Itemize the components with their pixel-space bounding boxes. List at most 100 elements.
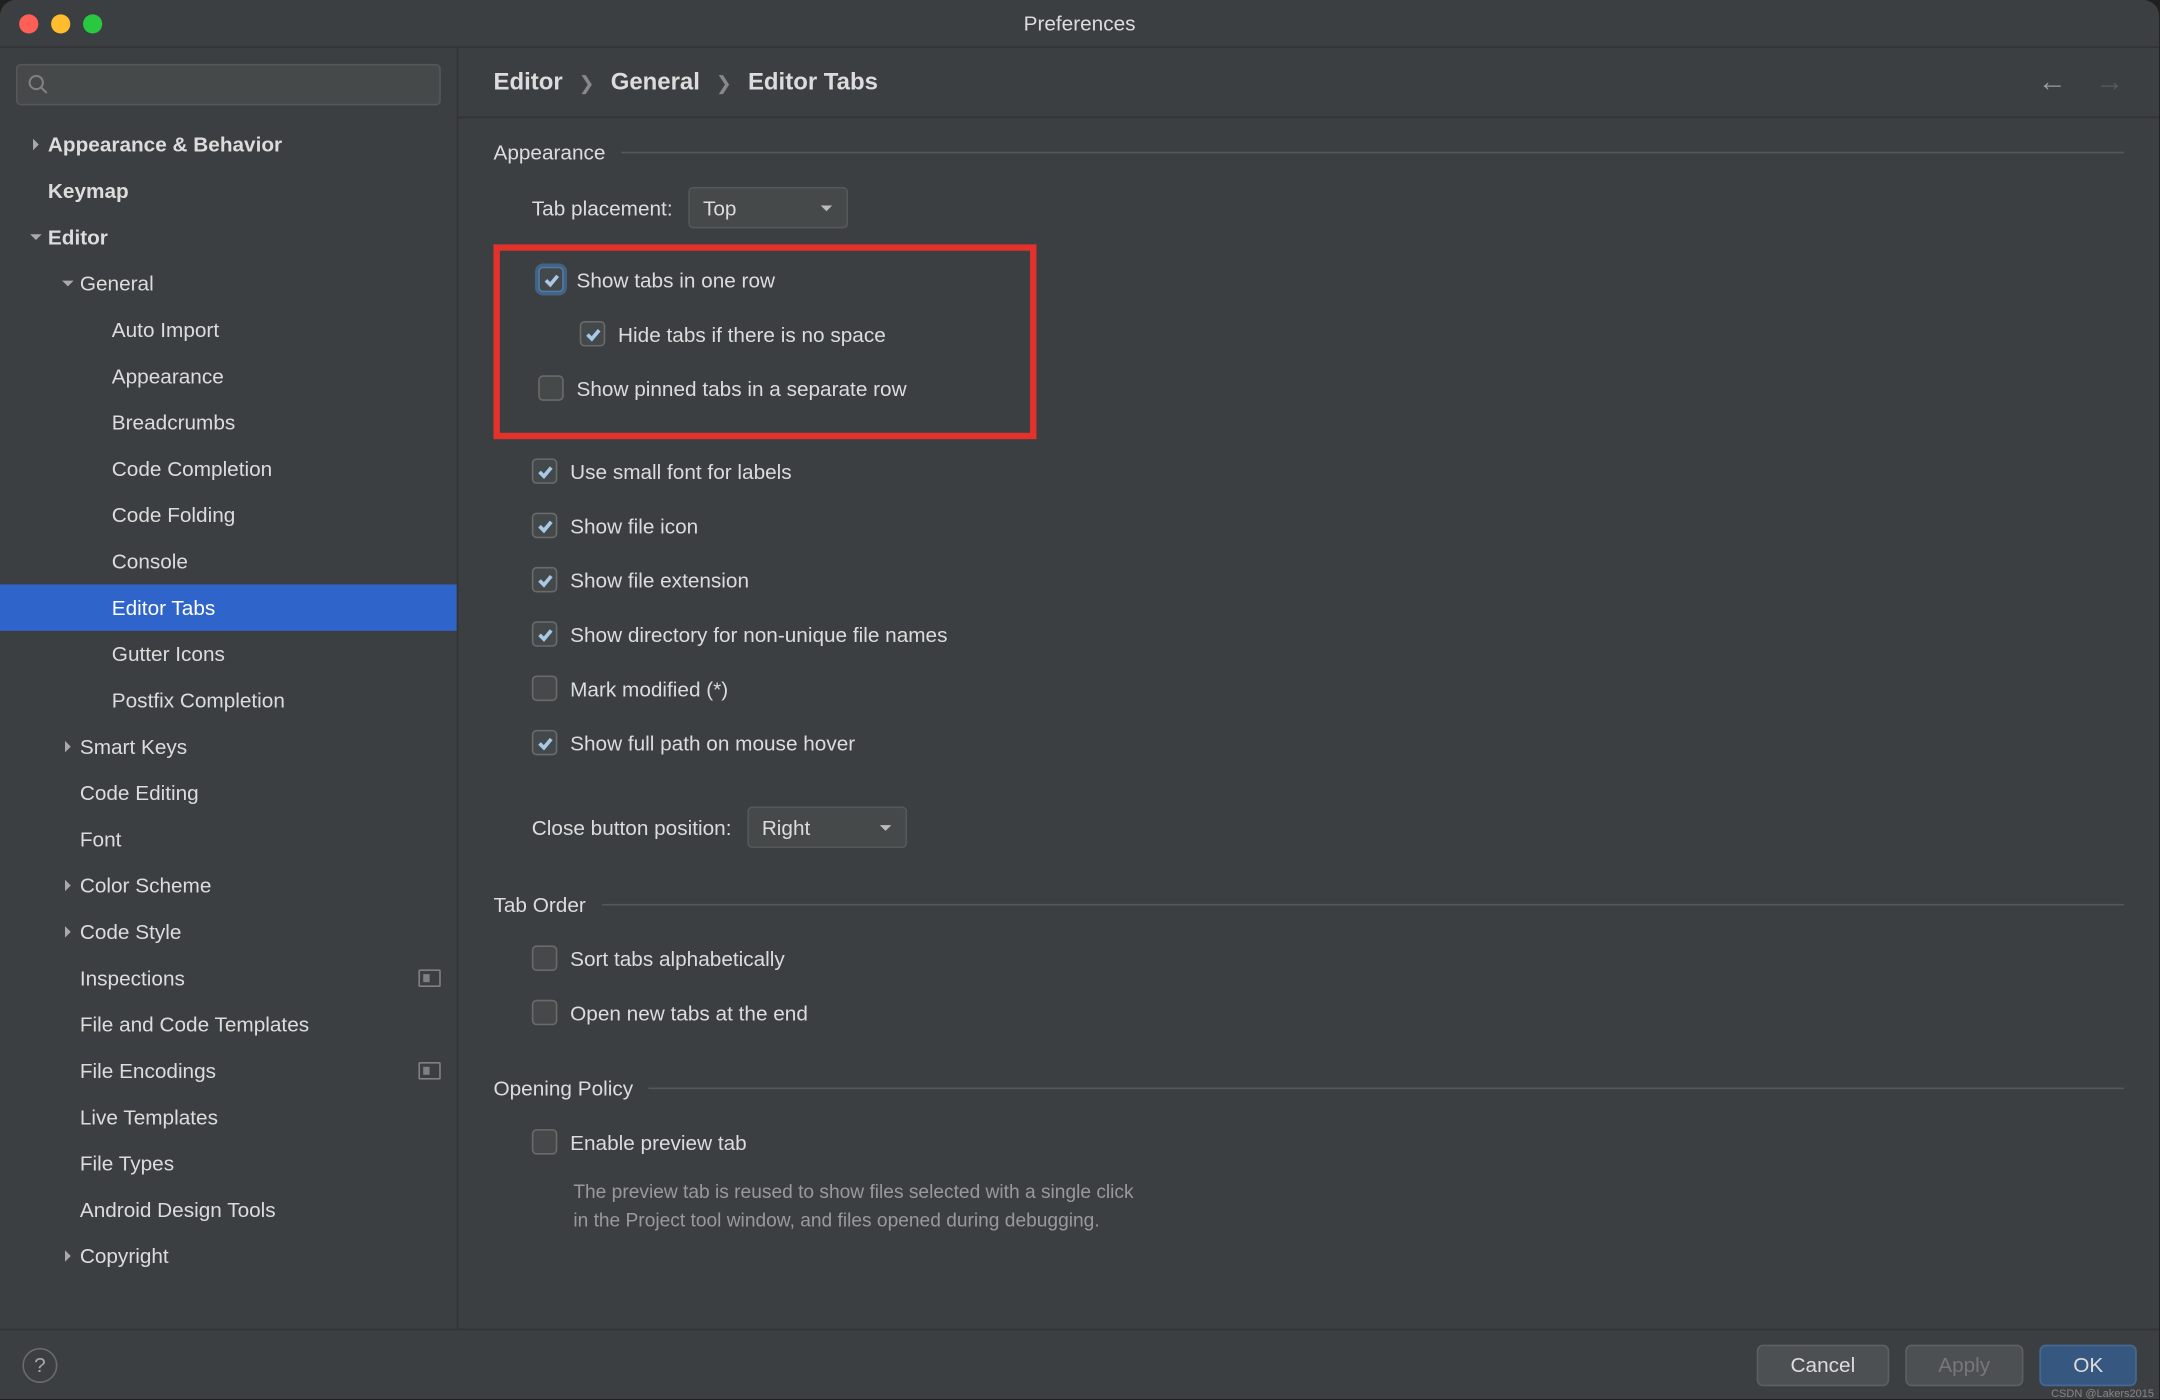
content: Appearance Tab placement: Top Show tabs … (458, 118, 2159, 1329)
section-opening-policy: Opening Policy (493, 1076, 2124, 1100)
checkbox[interactable] (532, 676, 558, 702)
sidebar-item[interactable]: Code Folding (0, 492, 457, 538)
ok-button[interactable]: OK (2040, 1344, 2137, 1386)
sidebar-item[interactable]: Console (0, 538, 457, 584)
cancel-button[interactable]: Cancel (1757, 1344, 1889, 1386)
body: Appearance & BehaviorKeymapEditorGeneral… (0, 48, 2159, 1329)
sidebar-item[interactable]: Inspections (0, 955, 457, 1001)
sidebar-item[interactable]: Postfix Completion (0, 677, 457, 723)
help-button[interactable]: ? (22, 1347, 57, 1382)
chevron-down-icon (22, 230, 48, 244)
preferences-window: Preferences Appearance & BehaviorKeymapE… (0, 0, 2159, 1399)
close-button-row: Close button position: Right (493, 806, 2124, 848)
settings-tree[interactable]: Appearance & BehaviorKeymapEditorGeneral… (0, 121, 457, 1328)
sidebar-item-label: Font (80, 827, 441, 851)
sidebar-item[interactable]: Code Editing (0, 770, 457, 816)
sidebar-item[interactable]: Copyright (0, 1233, 457, 1279)
sidebar-item-label: Auto Import (112, 318, 441, 342)
sidebar-item[interactable]: Gutter Icons (0, 631, 457, 677)
checkbox-label: Show full path on mouse hover (570, 731, 855, 755)
checkbox-label: Show tabs in one row (577, 267, 776, 291)
titlebar: Preferences (0, 0, 2159, 48)
sidebar-item[interactable]: Appearance & Behavior (0, 121, 457, 167)
checkbox[interactable] (532, 1129, 558, 1155)
sidebar-item-label: Console (112, 549, 441, 573)
search-icon (27, 73, 49, 95)
sidebar-item[interactable]: General (0, 260, 457, 306)
breadcrumb-item[interactable]: General (611, 69, 700, 96)
full-path-hover-row[interactable]: Show full path on mouse hover (493, 723, 2124, 761)
close-button-select[interactable]: Right (747, 806, 907, 848)
checkbox-label: Show directory for non-unique file names (570, 622, 947, 646)
sidebar-item[interactable]: File Encodings (0, 1048, 457, 1094)
tab-placement-value: Top (703, 196, 736, 220)
checkbox[interactable] (532, 945, 558, 971)
chevron-down-icon (878, 820, 892, 834)
sidebar-item[interactable]: Editor Tabs (0, 585, 457, 631)
back-button[interactable]: ← (2038, 65, 2067, 99)
checkbox-label: Show file icon (570, 513, 698, 537)
preview-hint: The preview tab is reused to show files … (573, 1177, 2124, 1234)
breadcrumb: Editor ❯ General ❯ Editor Tabs (493, 69, 2037, 96)
sidebar: Appearance & BehaviorKeymapEditorGeneral… (0, 48, 458, 1329)
section-label: Appearance (493, 141, 605, 165)
chevron-down-icon (54, 276, 80, 290)
forward-button[interactable]: → (2095, 65, 2124, 99)
sidebar-item[interactable]: Font (0, 816, 457, 862)
checkbox[interactable] (538, 267, 564, 293)
pinned-separate-row[interactable]: Show pinned tabs in a separate row (500, 369, 1030, 407)
close-button-value: Right (762, 815, 810, 839)
checkbox[interactable] (538, 375, 564, 401)
file-icon-row[interactable]: Show file icon (493, 506, 2124, 544)
sidebar-item[interactable]: Live Templates (0, 1094, 457, 1140)
checkbox-label: Enable preview tab (570, 1130, 747, 1154)
search-input[interactable] (56, 73, 430, 97)
sidebar-item[interactable]: File Types (0, 1140, 457, 1186)
sidebar-item-label: Breadcrumbs (112, 410, 441, 434)
tab-placement-select[interactable]: Top (689, 187, 849, 229)
breadcrumb-item[interactable]: Editor (493, 69, 562, 96)
chevron-right-icon (54, 739, 80, 753)
sidebar-item-label: Code Style (80, 920, 441, 944)
small-font-row[interactable]: Use small font for labels (493, 452, 2124, 490)
checkbox-label: Show file extension (570, 568, 749, 592)
watermark: CSDN @Lakers2015 (2051, 1388, 2154, 1400)
sidebar-item[interactable]: Appearance (0, 353, 457, 399)
mark-modified-row[interactable]: Mark modified (*) (493, 669, 2124, 707)
checkbox[interactable] (532, 567, 558, 593)
hide-tabs-no-space[interactable]: Hide tabs if there is no space (500, 315, 1030, 353)
sidebar-item[interactable]: Breadcrumbs (0, 399, 457, 445)
checkbox[interactable] (532, 730, 558, 756)
checkbox[interactable] (532, 458, 558, 484)
sidebar-item-label: Code Editing (80, 781, 441, 805)
preview-tab-row[interactable]: Enable preview tab (493, 1123, 2124, 1161)
breadcrumb-item[interactable]: Editor Tabs (748, 69, 878, 96)
sidebar-item-label: Smart Keys (80, 735, 441, 759)
open-end-row[interactable]: Open new tabs at the end (493, 993, 2124, 1031)
sidebar-item[interactable]: Auto Import (0, 307, 457, 353)
footer: ? Cancel Apply OK (0, 1329, 2159, 1399)
sidebar-item[interactable]: Keymap (0, 168, 457, 214)
window-title: Preferences (0, 11, 2159, 35)
file-ext-row[interactable]: Show file extension (493, 561, 2124, 599)
sidebar-item[interactable]: Color Scheme (0, 862, 457, 908)
sidebar-item[interactable]: Smart Keys (0, 723, 457, 769)
apply-button[interactable]: Apply (1905, 1344, 2024, 1386)
search-field[interactable] (16, 64, 441, 106)
checkbox[interactable] (532, 621, 558, 647)
sidebar-item[interactable]: Code Style (0, 909, 457, 955)
dir-nonunique-row[interactable]: Show directory for non-unique file names (493, 615, 2124, 653)
checkbox[interactable] (532, 513, 558, 539)
checkbox[interactable] (580, 321, 606, 347)
sidebar-item-label: Editor Tabs (112, 596, 441, 620)
close-button-label: Close button position: (532, 815, 732, 839)
sort-alpha-row[interactable]: Sort tabs alphabetically (493, 939, 2124, 977)
sidebar-item[interactable]: Editor (0, 214, 457, 260)
sidebar-item[interactable]: Android Design Tools (0, 1187, 457, 1233)
show-tabs-one-row[interactable]: Show tabs in one row (500, 260, 1030, 298)
nav-arrows: ← → (2038, 65, 2124, 99)
project-badge-icon (418, 969, 440, 987)
sidebar-item[interactable]: File and Code Templates (0, 1001, 457, 1047)
sidebar-item[interactable]: Code Completion (0, 446, 457, 492)
checkbox[interactable] (532, 1000, 558, 1026)
